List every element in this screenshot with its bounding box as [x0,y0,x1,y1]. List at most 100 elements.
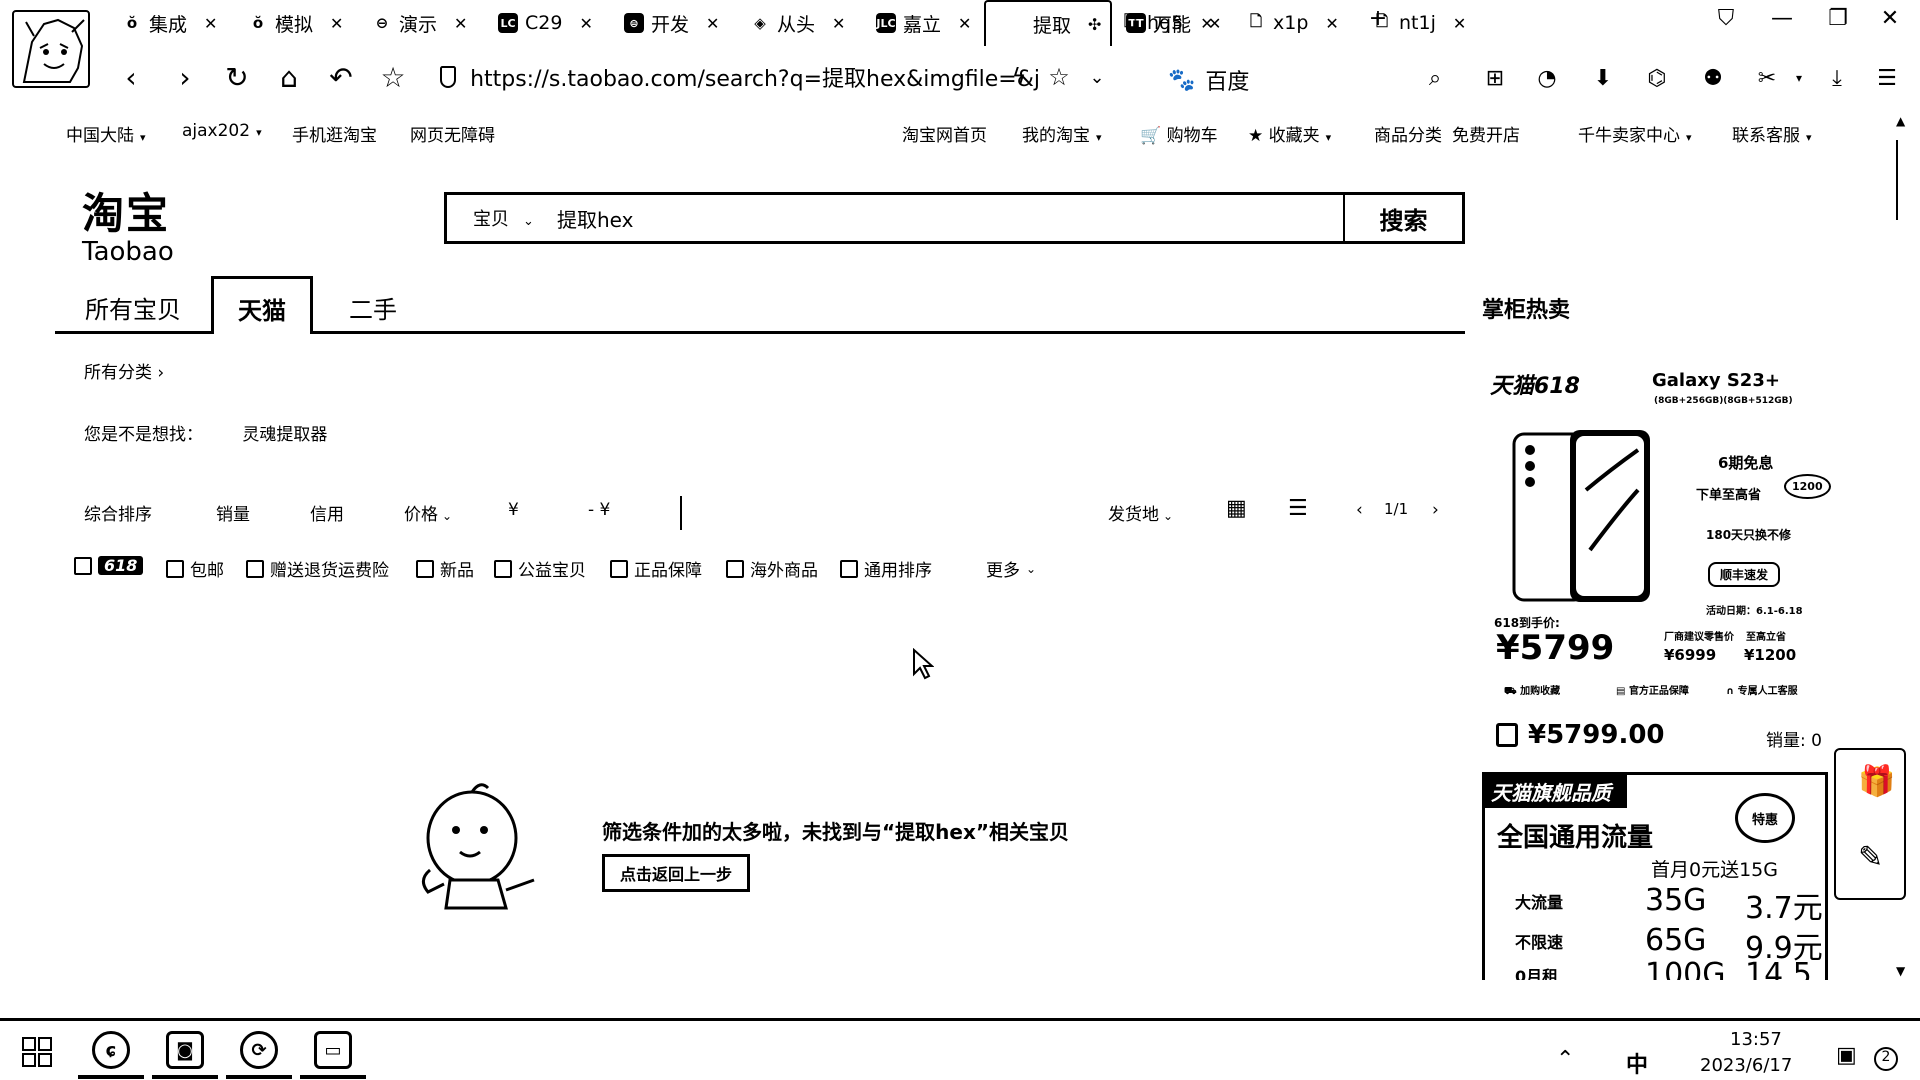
sort-price[interactable]: 价格 ⌄ [404,500,452,525]
search-icon[interactable]: ⌕ [1420,63,1450,93]
close-icon[interactable]: ✕ [1453,14,1466,33]
scissors-icon[interactable]: ✂ [1752,63,1782,93]
suggest-term-link[interactable]: 灵魂提取器 [242,425,327,445]
checkbox[interactable] [416,559,434,578]
ad-price-row[interactable]: ¥5799.00 销量: 0 [1496,720,1832,754]
scrollbar-thumb[interactable] [1896,140,1900,220]
close-icon[interactable]: ✕ [958,14,971,33]
notification-icon[interactable]: ▣ [1836,1043,1857,1068]
sort-sales[interactable]: 销量 [216,500,250,525]
shirt-icon[interactable]: ⛉ [1706,6,1746,31]
checkbox[interactable] [166,559,184,578]
taskbar-app-window[interactable]: ▭ [300,1025,366,1079]
close-icon[interactable]: ✕ [330,14,343,33]
restore-button[interactable]: ❐ [1818,6,1858,31]
bookmark-star-icon[interactable]: ☆ [374,58,412,96]
close-icon[interactable]: ✕ [706,14,719,33]
lightning-icon[interactable]: ϟ [1000,58,1038,96]
browser-tab[interactable]: 🗋 hq5 ✕ [1100,0,1218,46]
search-button[interactable]: 搜索 [1345,192,1465,244]
tab-tmall[interactable]: 天猫 [211,276,313,334]
ad-data-plan[interactable]: 天猫旗舰品质 特惠 全国通用流量 首月0元送15G 大流量 35G 3.7元 不… [1482,772,1828,980]
close-window-button[interactable]: ✕ [1870,6,1910,31]
home-icon[interactable]: ⌂ [270,58,308,96]
scroll-up-icon[interactable]: ▲ [1896,114,1905,128]
taobao-logo[interactable]: 淘宝 Taobao [82,180,192,267]
categories-link[interactable]: 商品分类 [1374,121,1442,146]
close-icon[interactable]: ✕ [579,14,592,33]
accessibility-link[interactable]: 网页无障碍 [410,121,495,146]
ime-indicator[interactable]: 中 [1626,1047,1648,1079]
favorites-menu[interactable]: ★ 收藏夹 ▾ [1248,121,1331,146]
seller-center-menu[interactable]: 千牛卖家中心 ▾ [1578,121,1692,146]
browser-tab[interactable]: 🗋 x1p ✕ [1226,0,1344,46]
filter-general-sort[interactable]: 通用排序 [840,556,932,581]
address-bar[interactable]: https://s.taobao.com/search?q=提取hex&imgf… [440,60,1040,94]
browser-tab[interactable]: ⊖ 演示 ✕ [352,0,470,46]
checkbox[interactable] [726,559,744,578]
taskbar-app-camera[interactable]: ◙ [152,1025,218,1079]
checkbox[interactable] [840,559,858,578]
checkbox[interactable] [494,559,512,578]
browser-tab[interactable]: ⊜ 开发 ✕ [604,0,722,46]
prev-page-icon[interactable]: ‹ [1356,500,1363,520]
close-icon[interactable]: ✕ [1325,14,1338,33]
browser-tab[interactable]: ŏ 集成 ✕ [102,0,220,46]
chevron-down-icon[interactable]: ⌄ [1078,58,1116,96]
apps-grid-icon[interactable]: ⊞ [1480,63,1510,93]
forward-icon[interactable]: › [166,58,204,96]
back-icon[interactable]: ‹ [112,58,150,96]
close-icon[interactable]: ✕ [204,14,217,33]
tray-expand-icon[interactable]: ⌃ [1556,1047,1574,1072]
browser-tab[interactable]: ◈ 从头 ✕ [730,0,848,46]
open-shop-link[interactable]: 免费开店 [1452,121,1520,146]
taskbar-app-sync[interactable]: ⟳ [226,1025,292,1079]
sort-credit[interactable]: 信用 [310,500,344,525]
browser-tab[interactable]: JLC 嘉立 ✕ [856,0,974,46]
refresh-clock-icon[interactable]: ◔ [1532,63,1562,93]
more-filters[interactable]: 更多 ⌄ [986,556,1036,581]
ad-galaxy[interactable]: 天猫618 Galaxy S23+ (8GB+256GB)(8GB+512GB)… [1482,356,1831,712]
menu-icon[interactable]: ☰ [1872,63,1902,93]
grid-view-icon[interactable]: ▦ [1226,496,1247,521]
chevron-down-icon[interactable]: ▾ [1784,63,1814,93]
filter-charity[interactable]: 公益宝贝 [494,556,586,581]
new-tab-button[interactable]: + [1358,6,1398,31]
filter-return-insurance[interactable]: 赠送退货运费险 [246,556,389,581]
cart-link[interactable]: 🛒 购物车 [1140,121,1218,146]
ship-from-dropdown[interactable]: 发货地 ⌄ [1108,500,1173,525]
list-view-icon[interactable]: ☰ [1288,496,1308,521]
my-taobao-menu[interactable]: 我的淘宝 ▾ [1022,121,1102,146]
price-min-input[interactable]: ¥ [508,500,519,520]
filter-authentic[interactable]: 正品保障 [610,556,702,581]
chatgpt-icon[interactable]: ⌬ [1642,63,1672,93]
price-max-input[interactable]: - ¥ [588,500,610,520]
region-selector[interactable]: 中国大陆 ▾ [66,121,146,146]
go-back-button[interactable]: 点击返回上一步 [602,854,750,892]
filter-overseas[interactable]: 海外商品 [726,556,818,581]
tab-all-items[interactable]: 所有宝贝 [77,286,189,329]
scroll-down-icon[interactable]: ▼ [1896,964,1905,978]
filter-new[interactable]: 新品 [416,556,474,581]
search-input[interactable] [557,198,1343,238]
reload-icon[interactable]: ↻ [218,58,256,96]
taskbar-app-browser[interactable]: ɕ [78,1025,144,1079]
close-icon[interactable]: ✕ [832,14,845,33]
close-icon[interactable]: ✕ [454,14,467,33]
user-menu[interactable]: ajax202 ▾ [182,121,262,141]
game-icon[interactable]: ⚉ [1698,63,1728,93]
checkbox[interactable] [74,556,92,575]
favorite-icon[interactable]: ☆ [1040,58,1078,96]
search-engine-selector[interactable]: 🐾 百度 [1168,64,1249,96]
sort-default[interactable]: 综合排序 [84,500,152,525]
download-circle-icon[interactable]: ⬇ [1588,63,1618,93]
filter-618[interactable]: 618 [74,556,144,575]
download-icon[interactable]: ⤓ [1822,63,1852,93]
notification-count-icon[interactable]: 2 [1874,1047,1898,1071]
next-page-icon[interactable]: › [1432,500,1439,520]
all-categories-link[interactable]: 所有分类 › [84,358,164,383]
filter-free-shipping[interactable]: 包邮 [166,556,224,581]
undo-icon[interactable]: ↶ [322,58,360,96]
browser-tab[interactable]: LC C29 ✕ [478,0,596,46]
checkbox[interactable] [246,559,264,578]
